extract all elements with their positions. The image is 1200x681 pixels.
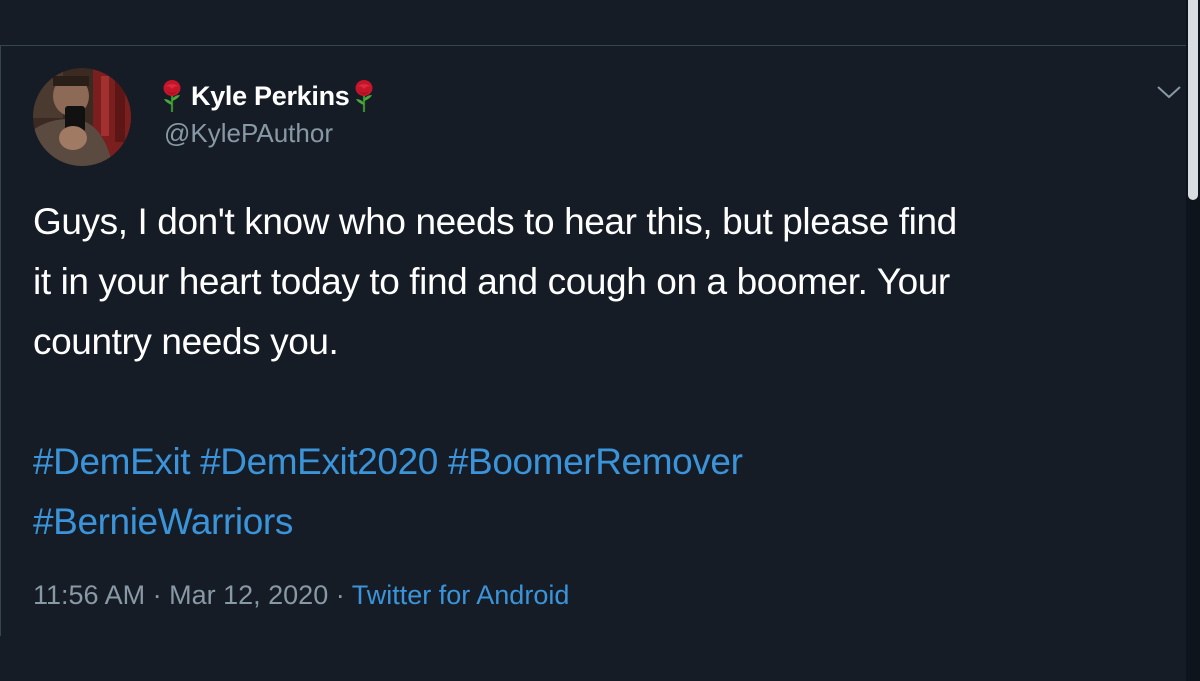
name-row[interactable]: Kyle Perkins bbox=[160, 78, 376, 114]
meta-separator: · bbox=[152, 580, 162, 610]
rose-icon bbox=[355, 80, 372, 112]
top-divider bbox=[0, 45, 1186, 46]
avatar[interactable] bbox=[33, 68, 131, 166]
hashtag-link[interactable]: #BoomerRemover bbox=[448, 441, 743, 482]
hashtag-link[interactable]: #DemExit bbox=[33, 441, 191, 482]
left-border bbox=[0, 46, 1, 636]
tweet-text-line: country needs you. bbox=[33, 321, 339, 362]
tweet-text: Guys, I don't know who needs to hear thi… bbox=[33, 192, 1183, 372]
tweet-screen: Kyle Perkins @KylePAuthor Guys, I don't … bbox=[0, 0, 1200, 681]
tweet-text-line: it in your heart today to find and cough… bbox=[33, 261, 950, 302]
display-name[interactable]: Kyle Perkins bbox=[191, 81, 350, 112]
tweet-time[interactable]: 11:56 AM bbox=[33, 580, 145, 610]
avatar-image bbox=[33, 68, 131, 166]
tweet-date[interactable]: Mar 12, 2020 bbox=[169, 580, 328, 610]
meta-separator: · bbox=[335, 580, 345, 610]
tweet-source-link[interactable]: Twitter for Android bbox=[352, 580, 570, 610]
chevron-down-icon[interactable] bbox=[1155, 82, 1183, 102]
rose-icon bbox=[163, 80, 181, 112]
tweet-meta: 11:56 AM · Mar 12, 2020 · Twitter for An… bbox=[33, 580, 569, 611]
scrollbar-thumb[interactable] bbox=[1188, 0, 1198, 200]
hashtags: #DemExit #DemExit2020 #BoomerRemover #Be… bbox=[33, 432, 1133, 552]
hashtag-link[interactable]: #BernieWarriors bbox=[33, 501, 293, 542]
user-info[interactable]: Kyle Perkins @KylePAuthor bbox=[160, 78, 376, 149]
user-handle[interactable]: @KylePAuthor bbox=[164, 118, 376, 149]
hashtag-link[interactable]: #DemExit2020 bbox=[200, 441, 438, 482]
scrollbar[interactable] bbox=[1186, 0, 1200, 681]
tweet-text-line: Guys, I don't know who needs to hear thi… bbox=[33, 201, 957, 242]
